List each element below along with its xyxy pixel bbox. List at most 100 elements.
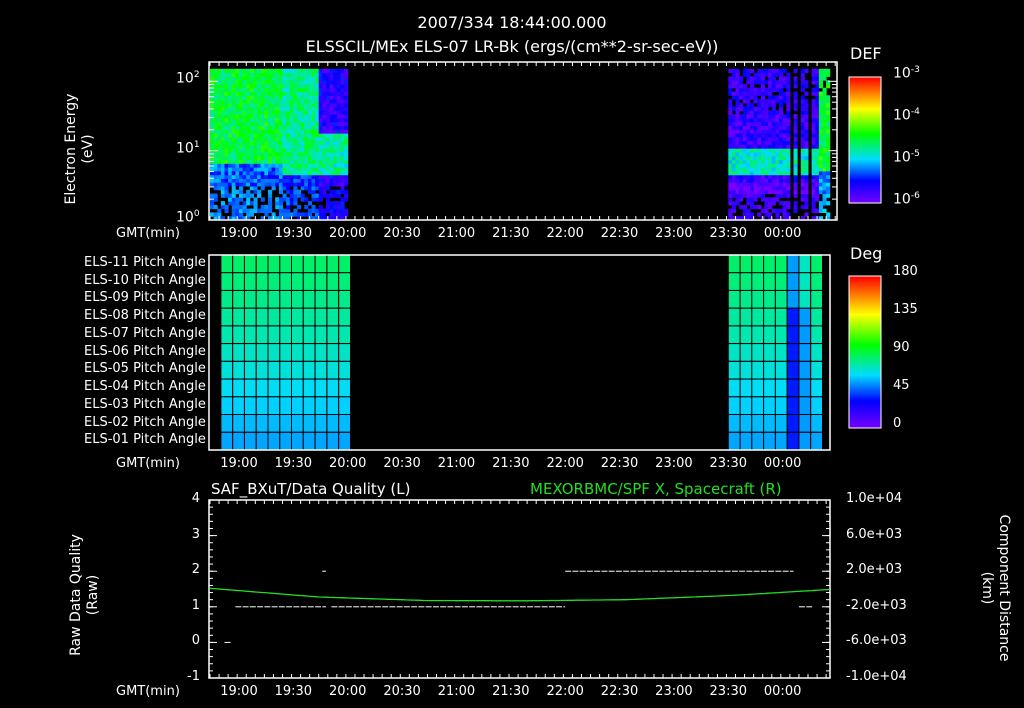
spectrogram-cell <box>239 178 244 183</box>
spectrogram-cell <box>804 197 809 202</box>
spectrogram-cell <box>340 114 345 119</box>
spectrogram-cell <box>322 80 327 85</box>
spectrogram-cell <box>210 110 215 115</box>
spectrogram-cell <box>249 144 254 149</box>
spectrogram-cell <box>815 76 820 81</box>
spectrogram-cell <box>768 178 773 183</box>
spectrogram-cell <box>318 121 323 127</box>
spectrogram-cell <box>782 80 787 85</box>
spectrogram-cell <box>246 201 251 206</box>
spectrogram-cell <box>804 178 809 183</box>
spectrogram-cell <box>242 204 247 210</box>
spectrogram-cell <box>257 118 262 123</box>
spectrogram-cell <box>760 159 765 164</box>
spectrogram-cell <box>315 125 320 130</box>
spectrogram-cell <box>315 68 320 74</box>
spectrogram-cell <box>757 144 762 149</box>
spectrogram-cell <box>768 87 773 92</box>
spectrogram-cell <box>760 87 765 92</box>
spectrogram-cell <box>818 189 823 195</box>
spectrogram-cell <box>804 167 809 172</box>
colorbar-deg-tick-label: 135 <box>893 302 918 317</box>
spectrogram-cell <box>779 87 784 92</box>
spectrogram-cell <box>760 182 765 187</box>
spectrogram-cell <box>336 136 341 142</box>
spectrogram-cell <box>300 68 305 74</box>
spectrogram-cell <box>340 68 345 74</box>
spectrogram-cell <box>231 110 236 115</box>
spectrogram-cell <box>344 95 349 100</box>
spectrogram-cell <box>253 84 258 89</box>
spectrogram-cell <box>286 99 291 104</box>
spectrogram-cell <box>282 174 287 179</box>
spectrogram-cell <box>815 118 820 123</box>
spectrogram-cell <box>757 136 762 142</box>
spectrogram-cell <box>242 193 247 198</box>
spectrogram-cell <box>329 208 334 213</box>
spectrogram-cell <box>286 163 291 168</box>
spectrogram-cell <box>815 87 820 92</box>
spectrogram-cell <box>300 174 305 179</box>
spectrogram-cell <box>315 121 320 127</box>
spectrogram-cell <box>753 152 758 157</box>
spectrogram-cell <box>818 163 823 168</box>
pitch-angle-cell <box>727 325 741 345</box>
energy-xlabel: GMT(min) <box>116 226 180 241</box>
spectrogram-cell <box>775 197 780 202</box>
spectrogram-cell <box>224 178 229 183</box>
spectrogram-cell <box>800 80 805 85</box>
spectrogram-cell <box>224 91 229 96</box>
pitch-angle-cell <box>338 414 352 433</box>
spectrogram-cell <box>289 76 294 81</box>
spectrogram-cell <box>728 84 733 89</box>
spectrogram-cell <box>750 84 755 89</box>
spectrogram-cell <box>326 144 331 149</box>
spectrogram-cell <box>231 204 236 210</box>
pitch-angle-cell <box>326 290 340 309</box>
spectrogram-cell <box>800 186 805 191</box>
spectrogram-cell <box>344 87 349 92</box>
spectrogram-cell <box>760 163 765 168</box>
spectrogram-cell <box>771 125 776 130</box>
spectrogram-cell <box>286 114 291 119</box>
spectrogram-cell <box>811 152 816 157</box>
spectrogram-cell <box>282 84 287 89</box>
spectrogram-cell <box>246 136 251 142</box>
spectrogram-cell <box>257 125 262 130</box>
spectrogram-cell <box>213 102 218 108</box>
spectrogram-cell <box>228 84 233 89</box>
spectrogram-cell <box>329 201 334 206</box>
spectrogram-cell <box>344 144 349 149</box>
spectrogram-cell <box>739 114 744 119</box>
spectrogram-cell <box>815 193 820 198</box>
spectrogram-cell <box>235 133 240 138</box>
spectrogram-cell <box>253 186 258 191</box>
spectrogram-cell <box>811 193 816 198</box>
spectrogram-cell <box>811 144 816 149</box>
pitch-angle-cell <box>279 414 293 433</box>
spectrogram-cell <box>264 174 269 179</box>
spectrogram-cell <box>260 80 265 85</box>
quality-segments <box>224 570 813 643</box>
spectrogram-cell <box>257 167 262 172</box>
spectrogram-cell <box>297 148 302 153</box>
spectrogram-cell <box>728 201 733 206</box>
spectrogram-cell <box>782 208 787 213</box>
spectrogram-cell <box>750 87 755 92</box>
spectrogram-cell <box>768 186 773 191</box>
spectrogram-cell <box>782 136 787 142</box>
spectrogram-cell <box>818 201 823 206</box>
spectrogram-cell <box>804 84 809 89</box>
spectrogram-cell <box>231 163 236 168</box>
spectrogram-cell <box>764 197 769 202</box>
spectrogram-cell <box>235 189 240 195</box>
spectrogram-cell <box>246 121 251 127</box>
spectrogram-cell <box>268 102 273 108</box>
spectrogram-cell <box>231 87 236 92</box>
spectrogram-cell <box>786 178 791 183</box>
spectrogram-cell <box>322 133 327 138</box>
colorbar-def-tick-label-exponent: -4 <box>910 107 920 117</box>
spectrogram-cell <box>329 136 334 142</box>
spectrogram-cell <box>344 72 349 77</box>
spectrogram-cell <box>264 121 269 127</box>
